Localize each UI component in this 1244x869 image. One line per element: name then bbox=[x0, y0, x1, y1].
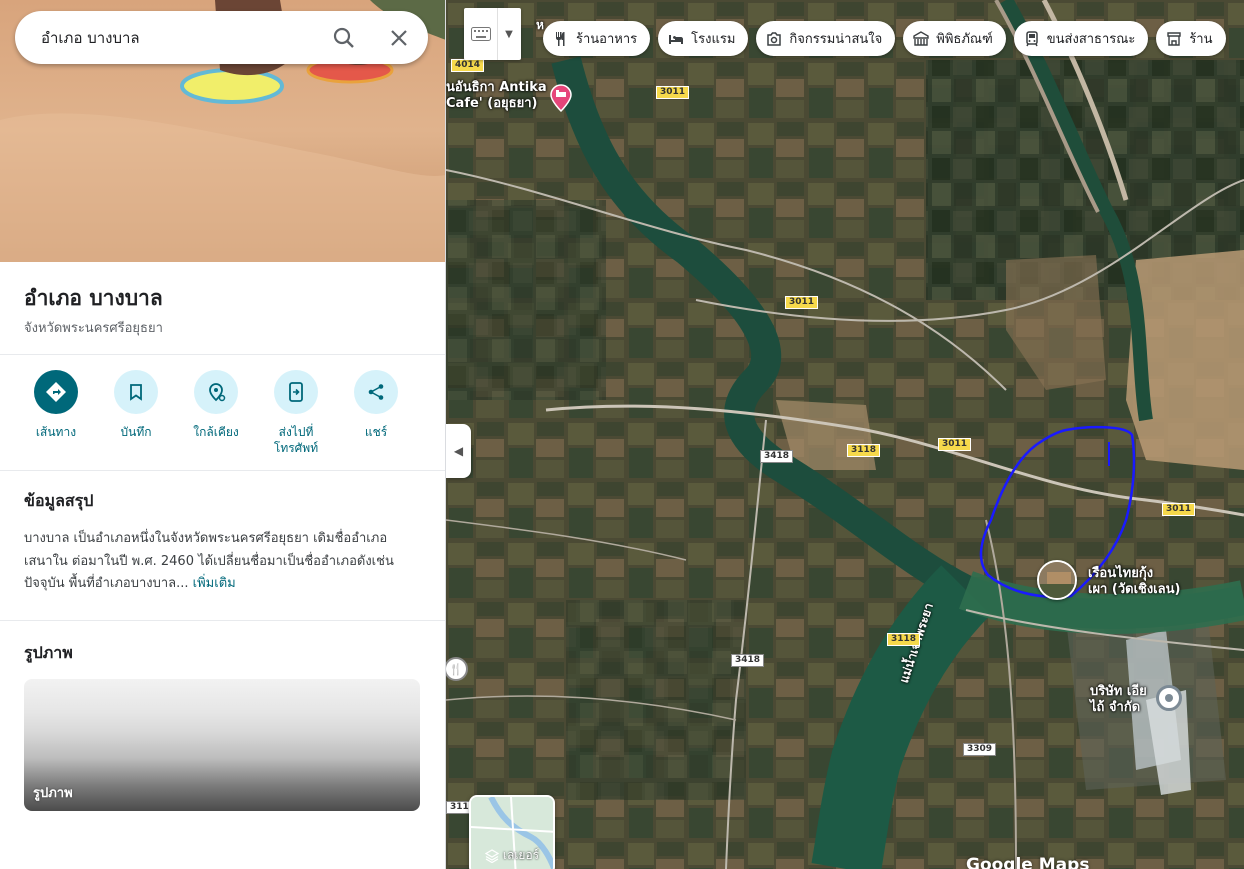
road-shield: 3418 bbox=[760, 450, 794, 463]
poi-label-antika-cafe[interactable]: นอันธิกา Antika Cafe' (อยุธยา) bbox=[446, 80, 547, 112]
search-icon bbox=[333, 27, 354, 48]
map-imagery bbox=[446, 0, 1244, 869]
share-button[interactable]: แชร์ bbox=[336, 370, 416, 456]
photo-card[interactable]: รูปภาพ bbox=[24, 679, 420, 811]
save-button[interactable]: บันทึก bbox=[96, 370, 176, 456]
place-subtitle: จังหวัดพระนครศรีอยุธยา bbox=[24, 321, 163, 336]
chip-museums[interactable]: พิพิธภัณฑ์ bbox=[903, 21, 1006, 56]
nearby-button[interactable]: ใกล้เคียง bbox=[176, 370, 256, 456]
poi-photo-marker[interactable] bbox=[1037, 560, 1077, 600]
hero-photo[interactable] bbox=[0, 0, 445, 262]
collapse-panel-button[interactable]: ◀ bbox=[446, 424, 471, 478]
poi-label-boat-house[interactable]: เรือนไทยกุ้ง เผา (วัดเชิงเลน) bbox=[1088, 566, 1180, 598]
chevron-down-icon[interactable]: ▼ bbox=[498, 29, 520, 40]
share-icon bbox=[368, 384, 384, 400]
directions-icon bbox=[46, 382, 66, 402]
shopping-icon bbox=[1167, 31, 1182, 46]
photo-card-label: รูปภาพ bbox=[33, 786, 73, 801]
chip-hotels[interactable]: โรงแรม bbox=[658, 21, 749, 56]
directions-button[interactable]: เส้นทาง bbox=[16, 370, 96, 456]
road-shield: 3418 bbox=[731, 654, 765, 667]
road-shield: 3011 bbox=[938, 438, 972, 451]
chip-transit[interactable]: ขนส่งสาธารณะ bbox=[1013, 21, 1149, 56]
photos-heading: รูปภาพ bbox=[24, 643, 73, 662]
clear-search-button[interactable] bbox=[385, 24, 413, 52]
send-to-phone-icon bbox=[289, 382, 303, 402]
museum-icon bbox=[913, 30, 929, 46]
nearby-label: ใกล้เคียง bbox=[193, 425, 239, 439]
road-shield: 3011 bbox=[785, 296, 819, 309]
chip-things-to-do[interactable]: กิจกรรมน่าสนใจ bbox=[756, 21, 896, 56]
hotel-icon bbox=[669, 34, 684, 44]
divider bbox=[0, 470, 445, 471]
summary-text: บางบาล เป็นอำเภอหนึ่งในจังหวัดพระนครศรีอ… bbox=[24, 528, 414, 596]
restaurant-pin-icon[interactable]: 🍴 bbox=[444, 657, 468, 681]
satellite-map[interactable] bbox=[446, 0, 1244, 869]
nearby-icon bbox=[209, 383, 226, 402]
action-buttons: เส้นทาง บันทึก ใกล้เคียง ส่งไปที่โทรศัพท… bbox=[16, 370, 426, 456]
road-shield: 4014 bbox=[451, 59, 485, 72]
map-watermark: Google Maps bbox=[966, 855, 1090, 869]
send-to-phone-button[interactable]: ส่งไปที่โทรศัพท์ bbox=[256, 370, 336, 456]
chevron-left-icon: ◀ bbox=[453, 444, 464, 458]
search-button[interactable] bbox=[330, 24, 358, 52]
road-shield: 3011 bbox=[656, 86, 690, 99]
road-shield: 3011 bbox=[1162, 503, 1196, 516]
read-more-link[interactable]: เพิ่มเติม bbox=[193, 576, 236, 591]
close-icon bbox=[391, 30, 407, 46]
directions-label: เส้นทาง bbox=[35, 425, 77, 439]
send-to-phone-label: ส่งไปที่โทรศัพท์ bbox=[273, 425, 319, 455]
layers-icon bbox=[484, 848, 499, 863]
poi-label-company[interactable]: บริษัท เอีย ไถ้ จำกัด bbox=[1090, 684, 1147, 716]
bookmark-icon bbox=[130, 384, 142, 401]
maps-app: นอันธิกา Antika Cafe' (อยุธยา) เรือนไทยก… bbox=[0, 0, 1244, 869]
road-shield: 3118 bbox=[847, 444, 881, 457]
place-panel: อำเภอ บางบาล จังหวัดพระนครศรีอยุธยา เส้น… bbox=[0, 0, 446, 869]
summary-heading: ข้อมูลสรุป bbox=[24, 491, 94, 510]
road-shield: 3309 bbox=[963, 743, 997, 756]
keyboard-input-button[interactable]: ▼ bbox=[464, 8, 521, 60]
place-title: อำเภอ บางบาล bbox=[24, 286, 163, 310]
road-shield: 3118 bbox=[887, 633, 921, 646]
camera-icon bbox=[767, 31, 782, 46]
layers-button[interactable]: เลเยอร์ bbox=[469, 795, 555, 869]
company-pin-icon[interactable] bbox=[1156, 685, 1182, 711]
keyboard-icon bbox=[464, 8, 498, 60]
divider bbox=[0, 620, 445, 621]
category-chips: ร้านอาหาร โรงแรม กิจกรรมน่าสนใจ พิพิธภัณ… bbox=[543, 21, 1226, 56]
layers-label: เลเยอร์ bbox=[502, 848, 540, 862]
hotel-pin-icon[interactable] bbox=[549, 84, 573, 112]
chip-shopping[interactable]: ร้าน bbox=[1156, 21, 1226, 56]
search-input[interactable] bbox=[41, 28, 311, 47]
share-label: แชร์ bbox=[364, 425, 388, 439]
chip-restaurants[interactable]: ร้านอาหาร bbox=[543, 21, 651, 56]
restaurant-icon bbox=[556, 31, 565, 46]
search-box[interactable] bbox=[15, 11, 428, 64]
divider bbox=[0, 354, 445, 355]
save-label: บันทึก bbox=[120, 425, 152, 439]
transit-icon bbox=[1026, 30, 1038, 46]
